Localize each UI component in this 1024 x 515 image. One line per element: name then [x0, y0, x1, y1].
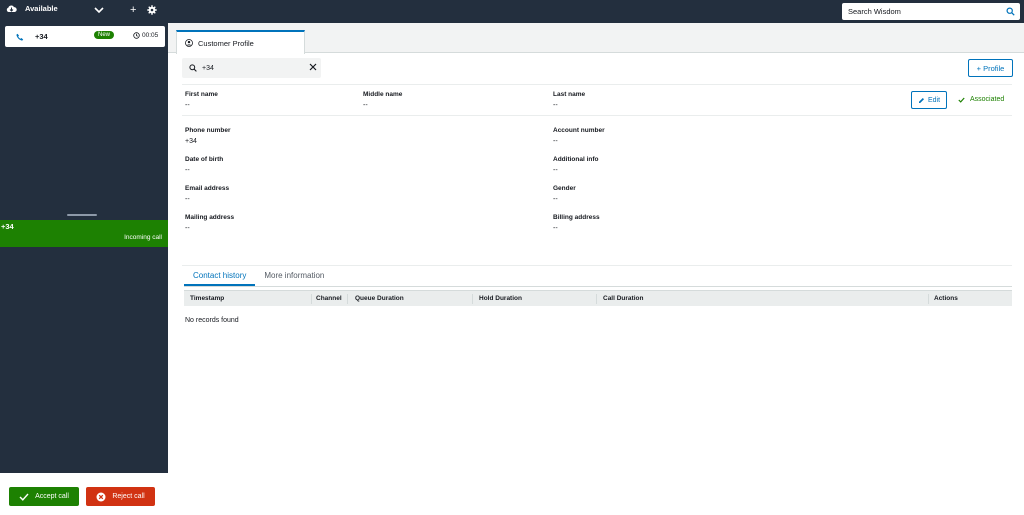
agent-status-label: Available: [25, 4, 58, 13]
tab-contact-history[interactable]: Contact history: [184, 268, 256, 286]
date-of-birth-field: Date of birth --: [185, 156, 223, 174]
search-icon: [189, 64, 197, 72]
column-actions[interactable]: Actions: [934, 295, 958, 302]
tab-customer-profile[interactable]: Customer Profile: [176, 30, 305, 54]
phone-number-label: Phone number: [185, 127, 231, 134]
middle-name-field: Middle name --: [363, 91, 402, 109]
additional-info-label: Additional info: [553, 156, 599, 163]
contact-timer: 00:05: [133, 32, 158, 39]
incoming-call-banner: +34 Incoming call: [0, 220, 168, 247]
agent-status-selector[interactable]: Available: [6, 4, 58, 13]
column-divider: [596, 294, 597, 304]
user-icon: [185, 39, 193, 47]
timer-value: 00:05: [142, 32, 159, 39]
middle-name-value: --: [363, 102, 368, 109]
phone-number-field: Phone number +34: [185, 127, 231, 145]
email-address-label: Email address: [185, 185, 230, 192]
gender-value: --: [553, 196, 558, 203]
associated-status: Associated: [958, 96, 1004, 103]
column-call-duration[interactable]: Call Duration: [603, 295, 643, 302]
gender-label: Gender: [553, 185, 576, 192]
mailing-address-value: --: [185, 225, 190, 232]
tab-customer-profile-label: Customer Profile: [198, 38, 254, 48]
call-action-bar: Accept call Reject call: [0, 473, 168, 515]
check-icon: [958, 97, 965, 103]
column-divider: [311, 294, 312, 304]
empty-table-message: No records found: [185, 317, 239, 324]
billing-address-value: --: [553, 225, 558, 232]
column-queue-duration[interactable]: Queue Duration: [355, 295, 404, 302]
first-name-value: --: [185, 102, 190, 109]
email-address-field: Email address --: [185, 185, 229, 203]
new-badge: New: [94, 31, 115, 39]
contact-number: +34: [35, 32, 48, 41]
email-address-value: --: [185, 196, 190, 203]
plus-icon[interactable]: +: [130, 4, 136, 16]
phone-number-value: +34: [185, 138, 197, 145]
last-name-label: Last name: [553, 91, 586, 98]
reject-call-label: Reject call: [112, 493, 145, 500]
edit-label: Edit: [927, 96, 941, 104]
edit-button[interactable]: Edit: [911, 91, 947, 109]
chevron-down-icon[interactable]: [94, 6, 104, 14]
last-name-field: Last name --: [553, 91, 585, 109]
additional-info-field: Additional info --: [553, 156, 599, 174]
account-number-field: Account number --: [553, 127, 605, 145]
contacts-panel: +34 New 00:05 +34 Incoming call Accept c…: [0, 23, 168, 515]
tab-more-information[interactable]: More information: [255, 268, 333, 286]
column-hold-duration[interactable]: Hold Duration: [479, 295, 522, 302]
column-divider: [347, 294, 348, 304]
profile-search[interactable]: [182, 58, 321, 78]
middle-name-label: Middle name: [363, 91, 403, 98]
gear-icon[interactable]: [147, 5, 157, 15]
date-of-birth-label: Date of birth: [185, 156, 224, 163]
column-channel[interactable]: Channel: [316, 295, 342, 302]
billing-address-field: Billing address --: [553, 214, 600, 232]
contact-card[interactable]: +34 New 00:05: [5, 26, 165, 47]
resize-handle[interactable]: [67, 214, 97, 216]
account-number-label: Account number: [553, 127, 605, 134]
associated-label: Associated: [970, 96, 1005, 103]
column-divider: [472, 294, 473, 304]
wisdom-search[interactable]: [842, 3, 1020, 20]
column-divider: [928, 294, 929, 304]
divider: [182, 265, 1012, 266]
history-tabs: Contact history More information: [184, 268, 333, 286]
divider: [182, 115, 1012, 116]
gender-field: Gender --: [553, 185, 576, 203]
divider: [182, 84, 1012, 85]
add-profile-button[interactable]: + Profile: [968, 59, 1013, 77]
mailing-address-field: Mailing address --: [185, 214, 234, 232]
first-name-field: First name --: [185, 91, 218, 109]
first-name-label: First name: [185, 91, 218, 98]
main-content: Customer Profile + Profile First name --…: [168, 23, 1024, 515]
incoming-call-label: Incoming call: [124, 234, 162, 241]
pencil-icon: [918, 97, 924, 103]
phone-icon: [16, 33, 24, 41]
wisdom-search-input[interactable]: [848, 4, 998, 19]
date-of-birth-value: --: [185, 167, 190, 174]
account-number-value: --: [553, 138, 558, 145]
cloud-icon: [6, 5, 17, 12]
clock-icon: [133, 32, 140, 39]
column-timestamp[interactable]: Timestamp: [190, 295, 224, 302]
x-circle-icon: [96, 492, 106, 501]
last-name-value: --: [553, 102, 558, 109]
tab-underline: [184, 286, 1012, 287]
mailing-address-label: Mailing address: [185, 214, 235, 221]
check-icon: [19, 493, 29, 501]
billing-address-label: Billing address: [553, 214, 600, 221]
profile-search-input[interactable]: [202, 61, 302, 75]
accept-call-button[interactable]: Accept call: [9, 487, 79, 506]
reject-call-button[interactable]: Reject call: [86, 487, 155, 506]
additional-info-value: --: [553, 167, 558, 174]
top-bar: Available +: [0, 0, 1024, 23]
close-icon[interactable]: [309, 63, 317, 71]
accept-call-label: Accept call: [35, 493, 69, 500]
search-icon[interactable]: [1006, 7, 1015, 16]
incoming-call-number: +34: [1, 222, 14, 231]
contact-history-table-header: Timestamp Channel Queue Duration Hold Du…: [184, 290, 1012, 306]
app-tab-bar: Customer Profile: [168, 23, 1024, 54]
